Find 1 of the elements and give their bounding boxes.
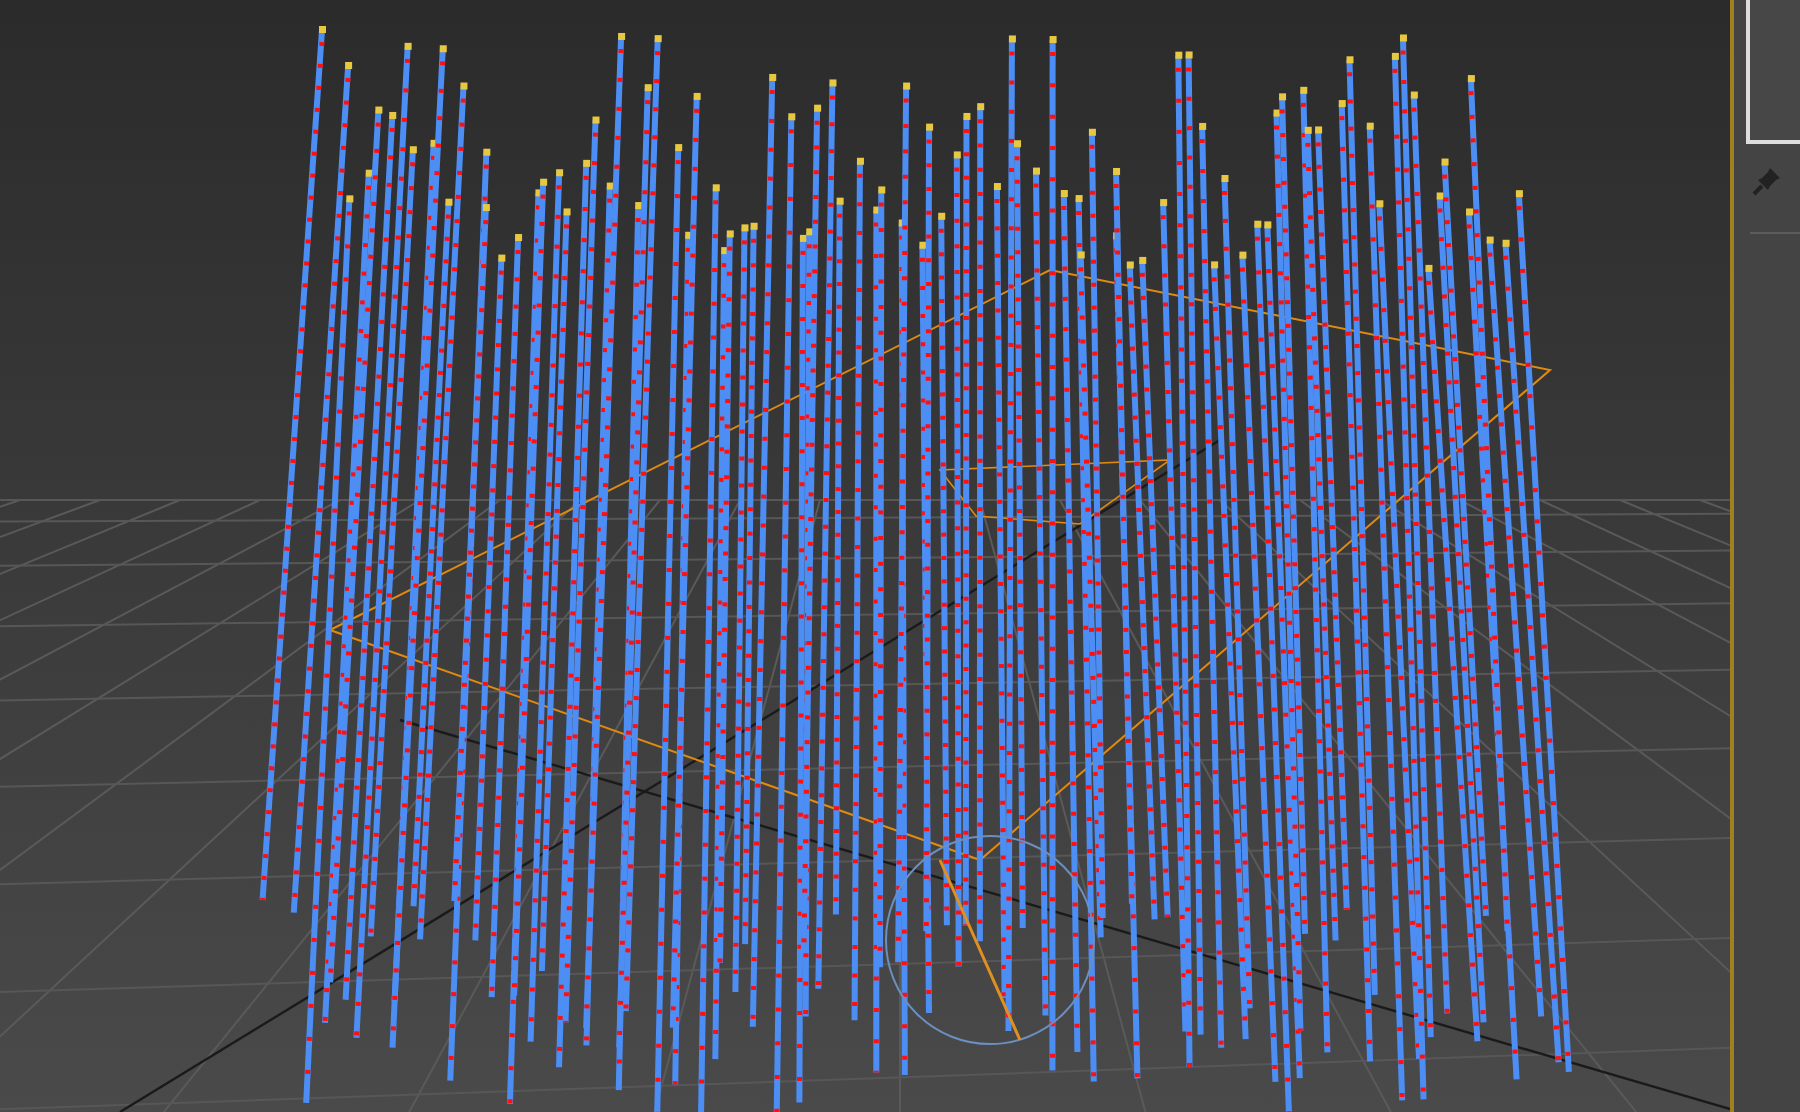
pin-icon bbox=[1752, 164, 1784, 196]
